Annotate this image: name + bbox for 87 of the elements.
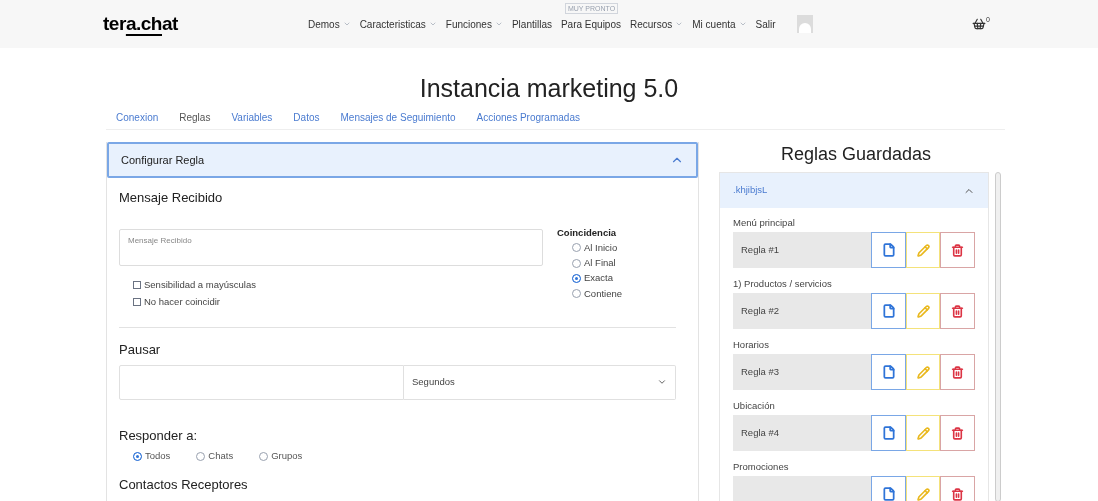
accordion-header[interactable]: Configurar Regla <box>107 142 698 178</box>
checkbox-label: Sensibilidad a mayúsculas <box>144 277 256 292</box>
copy-button[interactable] <box>871 354 906 390</box>
rule-label: Menú principal <box>733 217 796 229</box>
file-icon <box>881 487 896 501</box>
edit-button[interactable] <box>905 354 941 390</box>
radio-label: Al Final <box>584 256 616 270</box>
copy-button[interactable] <box>871 293 906 329</box>
radio-label: Grupos <box>271 449 303 463</box>
pencil-icon <box>916 426 930 440</box>
tab[interactable]: Acciones Programadas <box>476 109 580 125</box>
copy-button[interactable] <box>871 415 906 451</box>
nav-link[interactable]: Mi cuenta <box>692 16 747 32</box>
delete-button[interactable] <box>940 354 976 390</box>
radio-label: Exacta <box>584 271 614 286</box>
radio-label: Chats <box>208 449 234 463</box>
rule-name: Regla #3 <box>733 354 872 390</box>
rule-label: Promociones <box>733 461 790 473</box>
pause-field[interactable] <box>119 364 404 400</box>
section-heading: Pausar <box>119 341 162 359</box>
copy-button[interactable] <box>871 476 906 501</box>
file-icon <box>881 365 896 379</box>
radio-button[interactable] <box>133 451 142 461</box>
tab[interactable]: Variables <box>231 109 273 125</box>
checkbox[interactable] <box>133 297 141 306</box>
checkbox-label: No hacer coincidir <box>144 294 221 309</box>
copy-button[interactable] <box>871 232 906 268</box>
delete-button[interactable] <box>940 476 976 501</box>
trash-icon <box>951 243 965 257</box>
checkbox[interactable] <box>133 280 141 289</box>
radio-button[interactable] <box>259 451 269 461</box>
tab[interactable]: Reglas <box>179 109 211 125</box>
unit-select[interactable]: Segundos <box>404 364 676 400</box>
nav-link[interactable]: Funciones <box>445 16 503 32</box>
delete-button[interactable] <box>940 293 976 329</box>
rule-name: Regla #1 <box>733 232 872 268</box>
trash-icon <box>951 487 965 501</box>
scrollbar[interactable] <box>995 172 1001 501</box>
edit-button[interactable] <box>905 232 941 268</box>
tab[interactable]: Conexion <box>116 109 159 125</box>
section-heading: Contactos Receptores <box>119 477 249 494</box>
file-icon <box>881 304 896 318</box>
edit-button[interactable] <box>905 476 941 501</box>
radio-button[interactable] <box>572 273 581 283</box>
trash-icon <box>951 426 965 440</box>
trash-icon <box>951 304 965 318</box>
nav-link[interactable]: Recursos <box>630 16 684 32</box>
message-field[interactable]: Mensaje Recibido <box>119 228 543 266</box>
rule-label: 1) Productos / servicios <box>733 278 833 290</box>
radio-button[interactable] <box>572 243 581 253</box>
saved-rules-title: Reglas Guardadas <box>779 143 933 166</box>
pencil-icon <box>916 365 930 379</box>
file-icon <box>881 426 896 440</box>
pencil-icon <box>916 304 930 318</box>
trash-icon <box>951 365 965 379</box>
rule-label: Horarios <box>733 339 770 351</box>
edit-button[interactable] <box>905 415 941 451</box>
tab[interactable]: Datos <box>293 109 320 125</box>
basket-icon <box>972 17 987 31</box>
nav-link[interactable]: Salir <box>755 16 776 32</box>
nav-link[interactable]: Caracteristicas <box>359 16 437 32</box>
section-heading: Responder a: <box>119 426 199 445</box>
group-header[interactable]: .khjibjsL <box>720 173 989 208</box>
logo[interactable]: tera.chat <box>103 9 178 39</box>
edit-button[interactable] <box>905 293 941 329</box>
match-heading: Coincidencia <box>557 225 618 240</box>
pencil-icon <box>916 243 930 257</box>
rule-name: Regla #2 <box>733 293 872 329</box>
nav-link[interactable]: Demos <box>307 16 351 32</box>
rule-label: Ubicación <box>733 400 776 412</box>
tab[interactable]: Mensajes de Seguimiento <box>340 109 456 125</box>
accordion-title: Configurar Regla <box>121 152 205 168</box>
page-title: Instancia marketing 5.0 <box>418 73 680 104</box>
delete-button[interactable] <box>940 415 976 451</box>
pencil-icon <box>916 487 930 501</box>
radio-button[interactable] <box>572 289 581 299</box>
chevron-down-icon <box>657 377 667 387</box>
nav-link[interactable]: Plantillas <box>511 16 552 32</box>
rule-name: Regla #4 <box>733 415 872 451</box>
section-heading: Mensaje Recibido <box>119 189 224 207</box>
radio-button[interactable] <box>196 451 206 461</box>
radio-label: Todos <box>145 449 171 463</box>
radio-button[interactable] <box>572 258 581 268</box>
radio-label: Contiene <box>584 286 623 301</box>
file-icon <box>881 243 896 257</box>
radio-label: Al Inicio <box>584 240 618 255</box>
delete-button[interactable] <box>940 232 976 268</box>
